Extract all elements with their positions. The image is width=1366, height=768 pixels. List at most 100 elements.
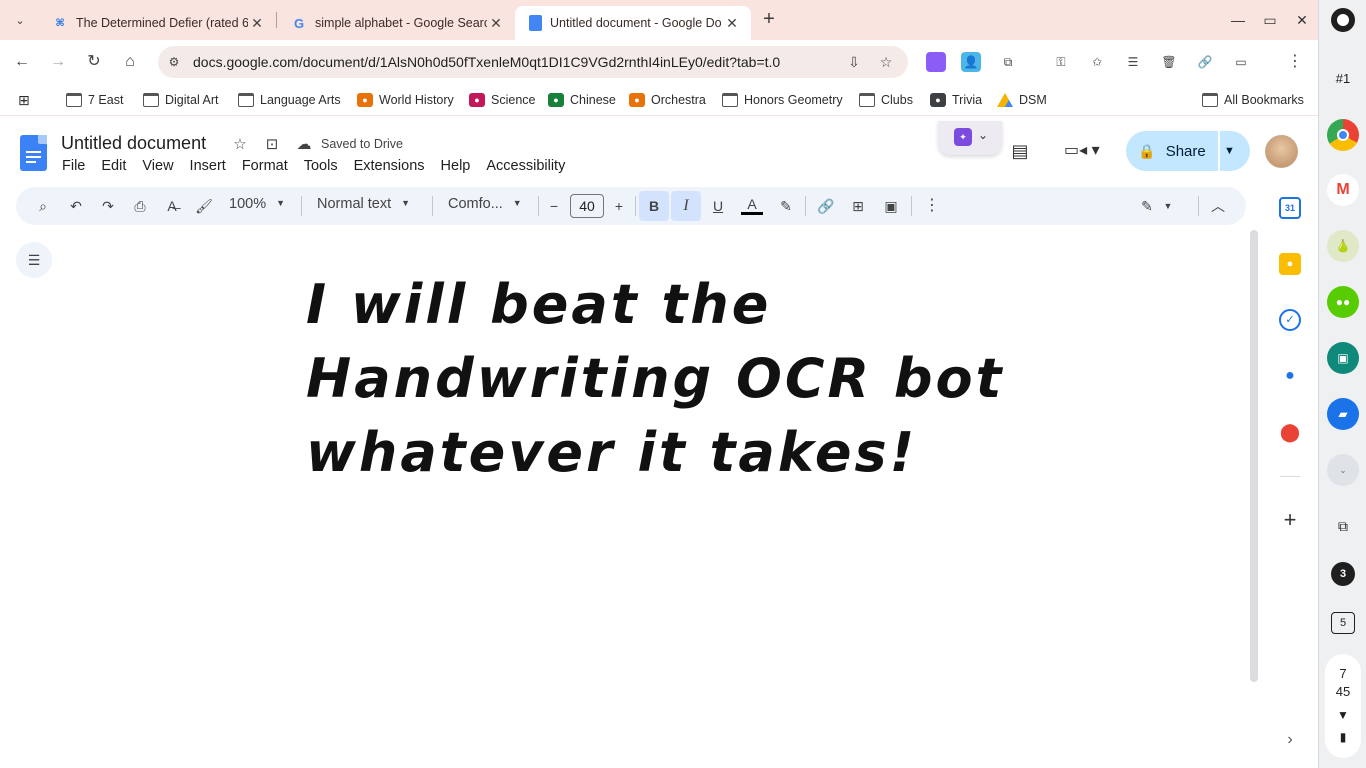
pear-deck-app-icon[interactable]: 🍐 [1327, 230, 1359, 262]
document-title[interactable]: Untitled document [61, 133, 206, 154]
vertical-scrollbar[interactable] [1250, 230, 1258, 682]
bookmark-world-history[interactable]: ● World History [357, 91, 454, 109]
home-icon[interactable]: ⌂ [118, 50, 142, 74]
collapse-toolbar-icon[interactable]: ︿ [1207, 195, 1229, 217]
extensions-puzzle-icon[interactable]: ⧉ [998, 52, 1018, 72]
close-window-button[interactable]: ✕ [1288, 6, 1316, 34]
new-tab-button[interactable]: + [757, 8, 781, 32]
reload-icon[interactable]: ↻ [82, 50, 106, 74]
site-info-icon[interactable]: ⚙ [164, 52, 184, 72]
tab-determined-defier[interactable]: ⌘ The Determined Defier (rated 6 ✕ [38, 6, 276, 40]
cast-icon[interactable]: ▭ [1231, 52, 1251, 72]
contacts-icon[interactable]: ● [1279, 365, 1301, 387]
bookmark-7-east[interactable]: 7 East [66, 91, 123, 109]
editing-mode-icon[interactable]: ✎ [1136, 195, 1158, 217]
italic-button[interactable]: I [671, 191, 701, 221]
tab-google-search[interactable]: G simple alphabet - Google Searc ✕ [277, 6, 515, 40]
menu-format[interactable]: Format [242, 158, 288, 178]
link-icon[interactable]: 🔗 [1195, 52, 1215, 72]
menu-view[interactable]: View [142, 158, 173, 178]
bookmark-star-icon[interactable]: ☆ [876, 52, 896, 72]
bookmark-chinese[interactable]: ● Chinese [548, 91, 616, 109]
search-menus-icon[interactable]: ⌕ [32, 195, 54, 217]
password-key-icon[interactable]: ⚿ [1051, 52, 1071, 72]
move-folder-icon[interactable]: ⊡ [262, 135, 282, 155]
bookmark-digital-art[interactable]: Digital Art [143, 91, 219, 109]
chrome-menu-icon[interactable]: ⋮ [1285, 52, 1305, 72]
forward-icon[interactable]: → [46, 50, 70, 74]
bookmark-clubs[interactable]: Clubs [859, 91, 913, 109]
restore-button[interactable]: ▭ [1256, 6, 1284, 34]
extension-person-icon[interactable]: 👤 [961, 52, 981, 72]
comments-icon[interactable]: ▤ [1008, 139, 1032, 163]
notification-count-badge[interactable]: 3 [1331, 562, 1355, 586]
calendar-icon[interactable]: 31 [1279, 197, 1301, 219]
tote-icon[interactable]: ⧉ [1331, 514, 1355, 538]
menu-edit[interactable]: Edit [101, 158, 126, 178]
tab-google-docs[interactable]: Untitled document - Google Do ✕ [515, 6, 751, 40]
bookmark-honors-geometry[interactable]: Honors Geometry [722, 91, 843, 109]
undo-icon[interactable]: ↶ [65, 195, 87, 217]
spellcheck-icon[interactable]: A̶ [161, 195, 183, 217]
classroom-app-icon[interactable]: ▣ [1327, 342, 1359, 374]
font-select[interactable]: Comfo... ▼ [448, 196, 522, 216]
virtual-desk-label[interactable]: #1 [1319, 71, 1366, 86]
tasks-icon[interactable]: ✓ [1279, 309, 1301, 331]
zoom-select[interactable]: 100% ▼ [229, 196, 285, 216]
keep-icon[interactable]: ● [1279, 253, 1301, 275]
font-size-input[interactable]: 40 [570, 194, 604, 218]
add-comment-icon[interactable]: ⊞ [847, 195, 869, 217]
bookmark-science[interactable]: ● Science [469, 91, 535, 109]
url-text[interactable]: docs.google.com/document/d/1AlsN0h0d50fT… [193, 54, 780, 70]
decrease-font-size-icon[interactable]: − [543, 195, 565, 217]
extension-purple-icon[interactable] [926, 52, 946, 72]
get-addons-icon[interactable]: + [1279, 509, 1301, 531]
paint-format-icon[interactable]: 🖌 [193, 195, 215, 217]
bookmark-orchestra[interactable]: ● Orchestra [629, 91, 706, 109]
tab-search-icon[interactable]: ⌄ [8, 8, 32, 32]
star-icon[interactable]: ☆ [230, 135, 250, 155]
increase-font-size-icon[interactable]: + [608, 195, 630, 217]
bookmark-language-arts[interactable]: Language Arts [238, 91, 341, 109]
menu-file[interactable]: File [62, 158, 85, 178]
gmail-app-icon[interactable]: M [1327, 174, 1359, 206]
install-app-icon[interactable]: ⇩ [844, 52, 864, 72]
maps-icon[interactable]: ⬤ [1279, 421, 1301, 443]
document-body-text[interactable]: I will beat the Handwriting OCR bot what… [306, 268, 1006, 490]
share-button[interactable]: 🔒 Share [1126, 131, 1218, 171]
bold-button[interactable]: B [639, 191, 669, 221]
status-tray[interactable]: 7 45 ▼ ▮ [1325, 654, 1361, 758]
bookmark-trivia[interactable]: ● Trivia [930, 91, 982, 109]
favorites-icon[interactable]: ✩ [1087, 52, 1107, 72]
reading-list-icon[interactable]: ☰ [1123, 52, 1143, 72]
close-tab-icon[interactable]: ✕ [723, 15, 741, 32]
close-tab-icon[interactable]: ✕ [487, 15, 505, 32]
duolingo-app-icon[interactable]: ●● [1327, 286, 1359, 318]
print-icon[interactable]: ⎙ [129, 195, 151, 217]
highlight-icon[interactable]: ✎ [775, 195, 797, 217]
address-bar[interactable]: ⚙ docs.google.com/document/d/1AlsN0h0d50… [158, 46, 908, 78]
document-outline-icon[interactable]: ☰ [16, 242, 52, 278]
apps-grid-icon[interactable]: ⊞ [18, 91, 30, 109]
chrome-app-icon[interactable] [1327, 119, 1359, 151]
more-apps-icon[interactable]: ⌄ [1327, 454, 1359, 486]
document-canvas[interactable]: ☰ I will beat the Handwriting OCR bot wh… [0, 228, 1260, 768]
hide-panel-icon[interactable]: › [1279, 729, 1301, 751]
all-bookmarks[interactable]: All Bookmarks [1202, 91, 1304, 109]
menu-tools[interactable]: Tools [304, 158, 338, 178]
extension-popup[interactable]: ✦ ⌄ [938, 121, 1002, 155]
insert-link-icon[interactable]: 🔗 [815, 195, 837, 217]
account-avatar[interactable] [1265, 135, 1298, 168]
calendar-day-icon[interactable]: 5 [1331, 612, 1355, 634]
more-options-icon[interactable]: ⋮ [921, 195, 943, 217]
back-icon[interactable]: ← [10, 50, 34, 74]
menu-accessibility[interactable]: Accessibility [486, 158, 565, 178]
redo-icon[interactable]: ↷ [97, 195, 119, 217]
close-tab-icon[interactable]: ✕ [248, 15, 266, 32]
minimize-button[interactable]: — [1224, 6, 1252, 34]
caret-down-icon[interactable]: ▼ [1157, 195, 1179, 217]
trash-icon[interactable]: 🗑 [1159, 52, 1179, 72]
bookmark-dsm[interactable]: DSM [997, 91, 1047, 109]
style-select[interactable]: Normal text ▼ [317, 196, 410, 216]
text-color-icon[interactable]: A [741, 195, 763, 215]
